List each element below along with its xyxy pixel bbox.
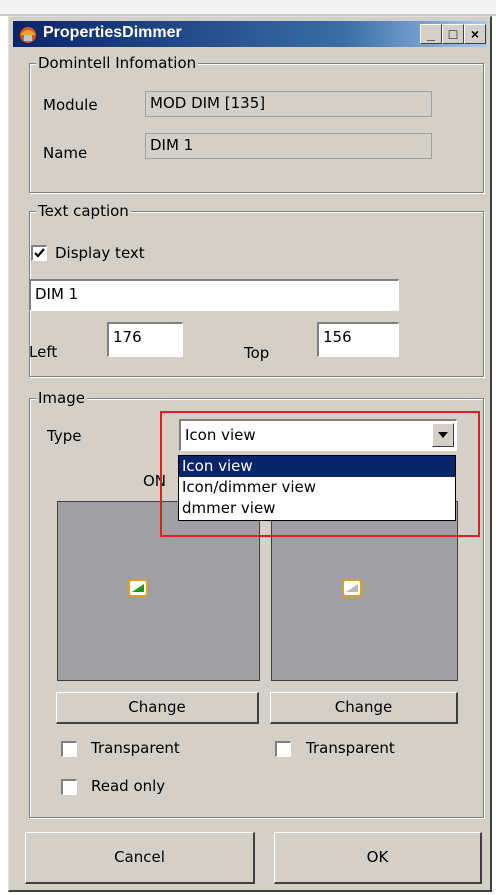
name-field: DIM 1 — [145, 133, 432, 159]
dimmer-off-icon — [342, 579, 362, 597]
cancel-button[interactable]: Cancel — [25, 832, 255, 884]
left-label: Left — [29, 343, 58, 361]
top-label: Top — [244, 344, 270, 362]
name-label: Name — [43, 144, 88, 162]
close-button[interactable]: × — [464, 24, 486, 44]
dimmer-on-icon — [128, 579, 148, 597]
check-icon — [34, 248, 45, 258]
ok-button[interactable]: OK — [274, 832, 482, 884]
type-label: Type — [47, 427, 82, 445]
display-text-checkbox[interactable] — [31, 245, 47, 261]
transparent-off-checkbox[interactable] — [275, 741, 291, 757]
display-text-label: Display text — [55, 244, 145, 262]
title-bar[interactable]: PropertiesDimmer _ □ × — [13, 21, 487, 47]
app-helmet-icon — [20, 27, 36, 43]
transparent-on-checkbox[interactable] — [61, 741, 77, 757]
left-input[interactable]: 176 — [107, 322, 183, 357]
module-field: MOD DIM [135] — [145, 91, 432, 117]
top-input[interactable]: 156 — [317, 322, 399, 357]
text-caption-legend: Text caption — [36, 202, 131, 220]
change-on-button[interactable]: Change — [56, 692, 259, 724]
module-label: Module — [43, 96, 98, 114]
change-off-button[interactable]: Change — [270, 692, 458, 724]
minimize-button[interactable]: _ — [420, 24, 442, 44]
window-title: PropertiesDimmer — [43, 24, 182, 41]
transparent-on-label: Transparent — [91, 739, 180, 757]
desktop-background — [0, 0, 496, 14]
maximize-button[interactable]: □ — [442, 24, 464, 44]
info-group: Domintell Infomation — [29, 54, 484, 193]
highlight-annotation-box — [160, 411, 480, 537]
read-only-label: Read only — [91, 777, 166, 795]
transparent-off-label: Transparent — [306, 739, 395, 757]
read-only-checkbox[interactable] — [61, 779, 77, 795]
image-legend: Image — [36, 389, 87, 407]
info-legend: Domintell Infomation — [36, 54, 199, 72]
caption-input[interactable]: DIM 1 — [29, 279, 399, 311]
